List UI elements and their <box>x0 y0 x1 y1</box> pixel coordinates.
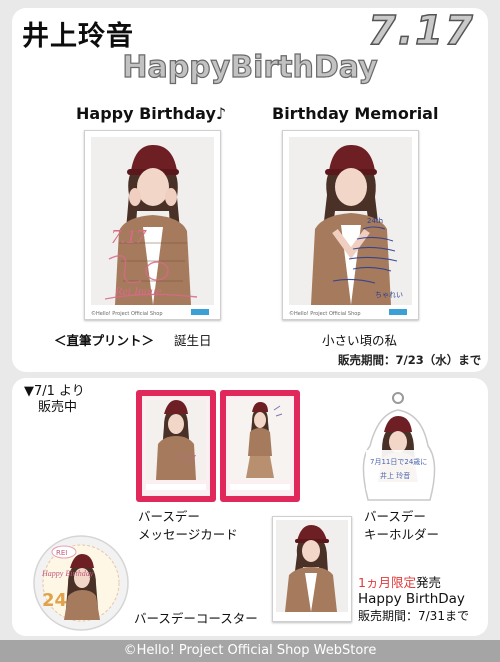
message-card-date-text: 7.17 <box>178 454 197 465</box>
caption-memorial: 小さい頃の私 <box>322 333 398 348</box>
caption-birthday: 誕生日 <box>174 333 212 348</box>
keyholder-illustration: 7月11日で24歳に 井上 玲音 <box>362 392 436 501</box>
keyholder-label-line2: キーホルダー <box>364 527 440 542</box>
coaster-illustration: REI Happy Birthday 24 <box>33 535 129 631</box>
message-card-back-inner <box>226 396 294 496</box>
memorial-message-text: 24th <box>367 217 383 225</box>
message-card-front-illustration: 7.17 <box>146 400 206 490</box>
memorial-photo-illustration: 24th ちゃれい ©Hello! Project Official Shop <box>283 137 418 319</box>
happy-birthday-title: HappyBirthDay <box>122 49 378 85</box>
keyholder-label: バースデー キーホルダー <box>364 508 439 544</box>
release-notice: ▼7/1 より 販売中 <box>24 384 85 416</box>
limited-suffix: 発売 <box>415 575 441 590</box>
autograph-date-text: 7.17 <box>111 226 147 248</box>
limited-product-name: Happy BirthDay <box>358 591 465 607</box>
keyholder-label-line1: バースデー <box>364 509 426 524</box>
memorial-photo[interactable]: 24th ちゃれい ©Hello! Project Official Shop <box>282 130 419 320</box>
product-title-autograph: Happy Birthday♪ <box>76 104 227 123</box>
coaster-number: 24 <box>42 590 67 611</box>
autograph-print-photo[interactable]: 7.17 Rei Inoue ©Hello! Project Official … <box>84 130 221 320</box>
coaster-banner-text: Happy Birthday <box>41 569 94 578</box>
autograph-name-text: Rei Inoue <box>114 284 162 298</box>
photo2-credit: ©Hello! Project Official Shop <box>289 310 361 317</box>
message-card-label-line2: メッセージカード <box>138 527 238 542</box>
limited-sale-period: 販売期間：7/31まで <box>358 609 469 623</box>
limited-release-info: 1ヵ月限定発売 Happy BirthDay 販売期間：7/31まで <box>358 574 469 625</box>
caption-autograph-print: ＜直筆プリント＞ <box>54 333 155 348</box>
memorial-note-text: ちゃれい <box>375 291 403 299</box>
limited-photo[interactable] <box>272 516 352 622</box>
message-card-front-inner: 7.17 <box>142 396 210 496</box>
limited-highlight: 1ヵ月限定 <box>358 575 416 590</box>
release-date: ▼7/1 より <box>24 384 85 399</box>
keyholder-date-text: 7月11日で24歳に <box>370 457 427 466</box>
message-card-back-illustration <box>230 400 290 490</box>
coaster-item[interactable]: REI Happy Birthday 24 <box>32 534 130 632</box>
coaster-label: バースデーコースター <box>134 611 258 626</box>
keyholder-item[interactable]: 7月11日で24歳に 井上 玲音 <box>352 390 442 502</box>
product-title-memorial: Birthday Memorial <box>272 104 439 123</box>
limited-release-line: 1ヵ月限定発売 <box>358 574 469 591</box>
footer-copyright: ©Hello! Project Official Shop WebStore <box>0 640 500 662</box>
birthday-date: 7.17 <box>367 7 475 55</box>
limited-photo-illustration <box>273 520 351 621</box>
member-name: 井上玲音 <box>22 21 134 52</box>
sale-period-1: 販売期間：7/23（水）まで <box>338 353 482 367</box>
release-status: 販売中 <box>38 400 78 415</box>
coaster-top-tag: REI <box>56 549 67 557</box>
message-card-back[interactable] <box>220 390 300 502</box>
message-card-label-line1: バースデー <box>138 509 200 524</box>
message-card-label: バースデー メッセージカード <box>138 508 238 544</box>
message-card-front[interactable]: 7.17 <box>136 390 216 502</box>
autograph-print-illustration: 7.17 Rei Inoue ©Hello! Project Official … <box>85 137 220 319</box>
keyholder-name-text: 井上 玲音 <box>380 471 410 480</box>
photo1-credit: ©Hello! Project Official Shop <box>91 310 163 317</box>
